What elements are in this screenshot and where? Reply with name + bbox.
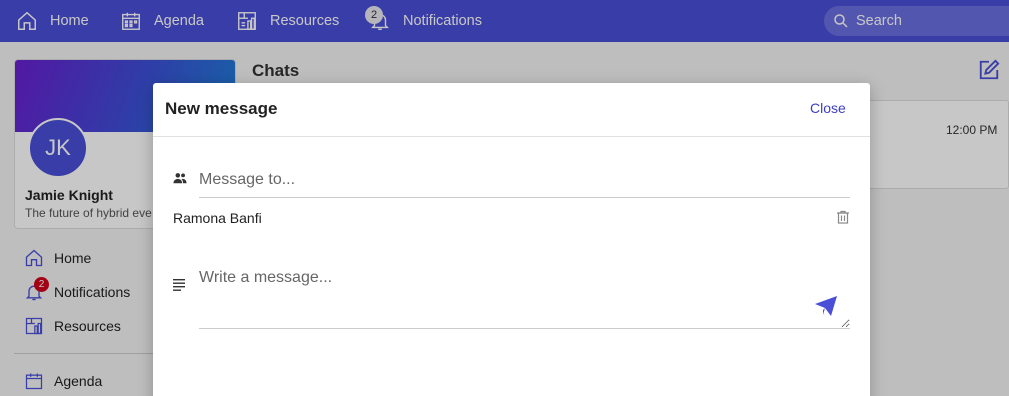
message-body-input[interactable] — [199, 269, 850, 329]
close-button[interactable]: Close — [810, 100, 846, 116]
text-lines-icon — [173, 279, 185, 291]
message-to-input[interactable] — [199, 163, 850, 198]
dialog-divider — [153, 136, 870, 137]
trash-icon[interactable] — [836, 210, 850, 224]
send-icon[interactable] — [814, 295, 838, 317]
people-icon — [173, 173, 187, 184]
new-message-dialog: New message Close Ramona Banfi — [153, 83, 870, 396]
recipient-chip: Ramona Banfi — [173, 210, 262, 226]
dialog-title: New message — [165, 99, 278, 118]
